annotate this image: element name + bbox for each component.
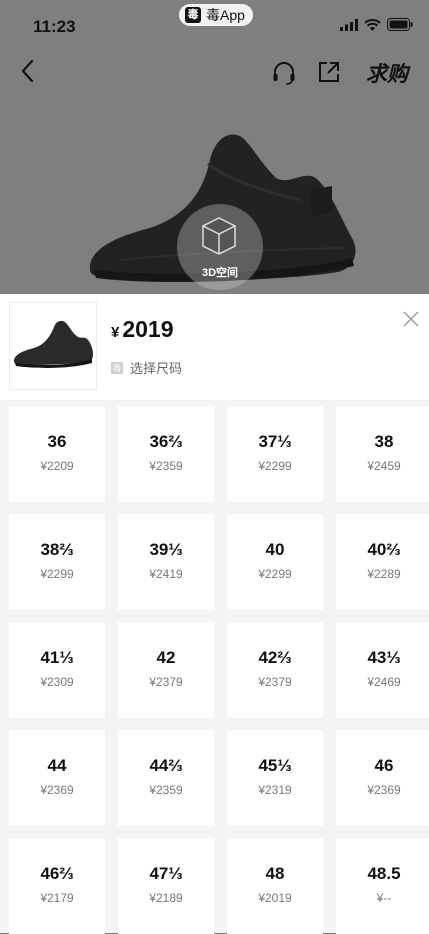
size-option[interactable]: 40⅔ ¥2289 [336,514,429,610]
app-logo-icon: 毒 [185,7,201,23]
size-option-size: 36 [47,432,67,451]
size-option[interactable]: 42 ¥2379 [118,622,214,718]
status-time: 11:23 [33,17,76,36]
size-option-size: 46 [374,756,394,775]
size-option-price: ¥2369 [367,783,401,797]
size-option-size: 41⅓ [40,648,74,667]
size-option-price: ¥2189 [149,891,183,905]
size-option[interactable]: 46⅔ ¥2179 [9,838,105,934]
app-pill-label: 毒App [206,7,245,23]
size-option-price: ¥2179 [40,891,74,905]
size-option-price: ¥2309 [40,675,74,689]
size-option[interactable]: 48.5 ¥-- [336,838,429,934]
size-option-price: ¥2019 [258,891,292,905]
size-option-price: ¥2289 [367,567,401,581]
cube-3d-icon [202,217,236,255]
3d-view-button[interactable]: 3D空间 [177,204,263,290]
size-option-price: ¥2459 [367,459,401,473]
select-size-label: 选择尺码 [130,361,183,376]
size-option-price: ¥2299 [258,567,292,581]
product-header-overlay: 11:23 毒 毒App 求购 3D空间 [0,0,429,294]
close-icon[interactable] [402,310,420,328]
currency-symbol: ¥ [111,324,120,341]
size-option[interactable]: 42⅔ ¥2379 [227,622,323,718]
size-option-size: 38⅔ [40,540,74,559]
sheet-header: ¥2019 毒 选择尺码 [0,294,429,400]
size-option-price: ¥2369 [40,783,74,797]
size-option-size: 40 [265,540,285,559]
size-option-size: 43⅓ [367,648,401,667]
back-to-app-pill[interactable]: 毒 毒App [179,4,253,26]
wifi-icon [364,18,381,31]
battery-icon [387,18,413,31]
status-bar: 11:23 毒 毒App [0,0,429,52]
product-thumbnail [9,302,97,390]
size-option-price: ¥2299 [40,567,74,581]
brand-tag-icon: 毒 [111,361,123,374]
size-option-size: 38 [374,432,394,451]
sneaker-thumbnail-image [14,320,93,368]
size-option[interactable]: 38⅔ ¥2299 [9,514,105,610]
size-option-price: ¥-- [376,891,392,905]
size-option-size: 37⅓ [258,432,292,451]
size-option[interactable]: 39⅓ ¥2419 [118,514,214,610]
size-option-size: 40⅔ [367,540,401,559]
size-option-size: 44⅔ [149,756,183,775]
size-option[interactable]: 44⅔ ¥2359 [118,730,214,826]
headset-icon[interactable] [271,60,297,86]
size-option-price: ¥2469 [367,675,401,689]
size-option[interactable]: 41⅓ ¥2309 [9,622,105,718]
size-option-price: ¥2419 [149,567,183,581]
size-option-price: ¥2359 [149,783,183,797]
size-selection-sheet: ¥2019 毒 选择尺码 36 ¥2209 36⅔ ¥2359 37⅓ ¥2299 38 ¥2… [0,294,429,934]
size-option-size: 48.5 [367,864,401,883]
size-option-size: 36⅔ [149,432,183,451]
size-option[interactable]: 44 ¥2369 [9,730,105,826]
size-option-price: ¥2379 [258,675,292,689]
size-option[interactable]: 46 ¥2369 [336,730,429,826]
size-option[interactable]: 37⅓ ¥2299 [227,406,323,502]
size-option[interactable]: 36⅔ ¥2359 [118,406,214,502]
signal-icon [340,18,358,31]
size-option[interactable]: 43⅓ ¥2469 [336,622,429,718]
status-indicators [340,18,413,31]
size-option-price: ¥2359 [149,459,183,473]
size-option[interactable]: 40 ¥2299 [227,514,323,610]
size-option[interactable]: 38 ¥2459 [336,406,429,502]
size-option[interactable]: 36 ¥2209 [9,406,105,502]
share-icon[interactable] [317,60,341,84]
size-option-price: ¥2319 [258,783,292,797]
size-option-size: 45⅓ [258,756,292,775]
size-option-size: 42 [156,648,176,667]
size-option-size: 39⅓ [149,540,183,559]
size-option-price: ¥2379 [149,675,183,689]
size-option-size: 48 [265,864,285,883]
selected-price: ¥2019 [111,316,174,343]
size-grid: 36 ¥2209 36⅔ ¥2359 37⅓ ¥2299 38 ¥2459 38⅔ ¥2299 39… [9,406,429,934]
size-option[interactable]: 45⅓ ¥2319 [227,730,323,826]
size-option-size: 46⅔ [40,864,74,883]
size-option[interactable]: 47⅓ ¥2189 [118,838,214,934]
size-option-price: ¥2209 [40,459,74,473]
select-size-hint: 毒 选择尺码 [111,358,182,377]
size-option[interactable]: 48 ¥2019 [227,838,323,934]
3d-view-label: 3D空间 [201,267,239,279]
want-to-buy-button[interactable]: 求购 [366,58,408,88]
size-option-size: 47⅓ [149,864,183,883]
size-option-size: 42⅔ [258,648,292,667]
size-option-size: 44 [47,756,67,775]
size-option-price: ¥2299 [258,459,292,473]
back-arrow-icon[interactable] [16,57,42,85]
price-value: 2019 [122,316,174,342]
